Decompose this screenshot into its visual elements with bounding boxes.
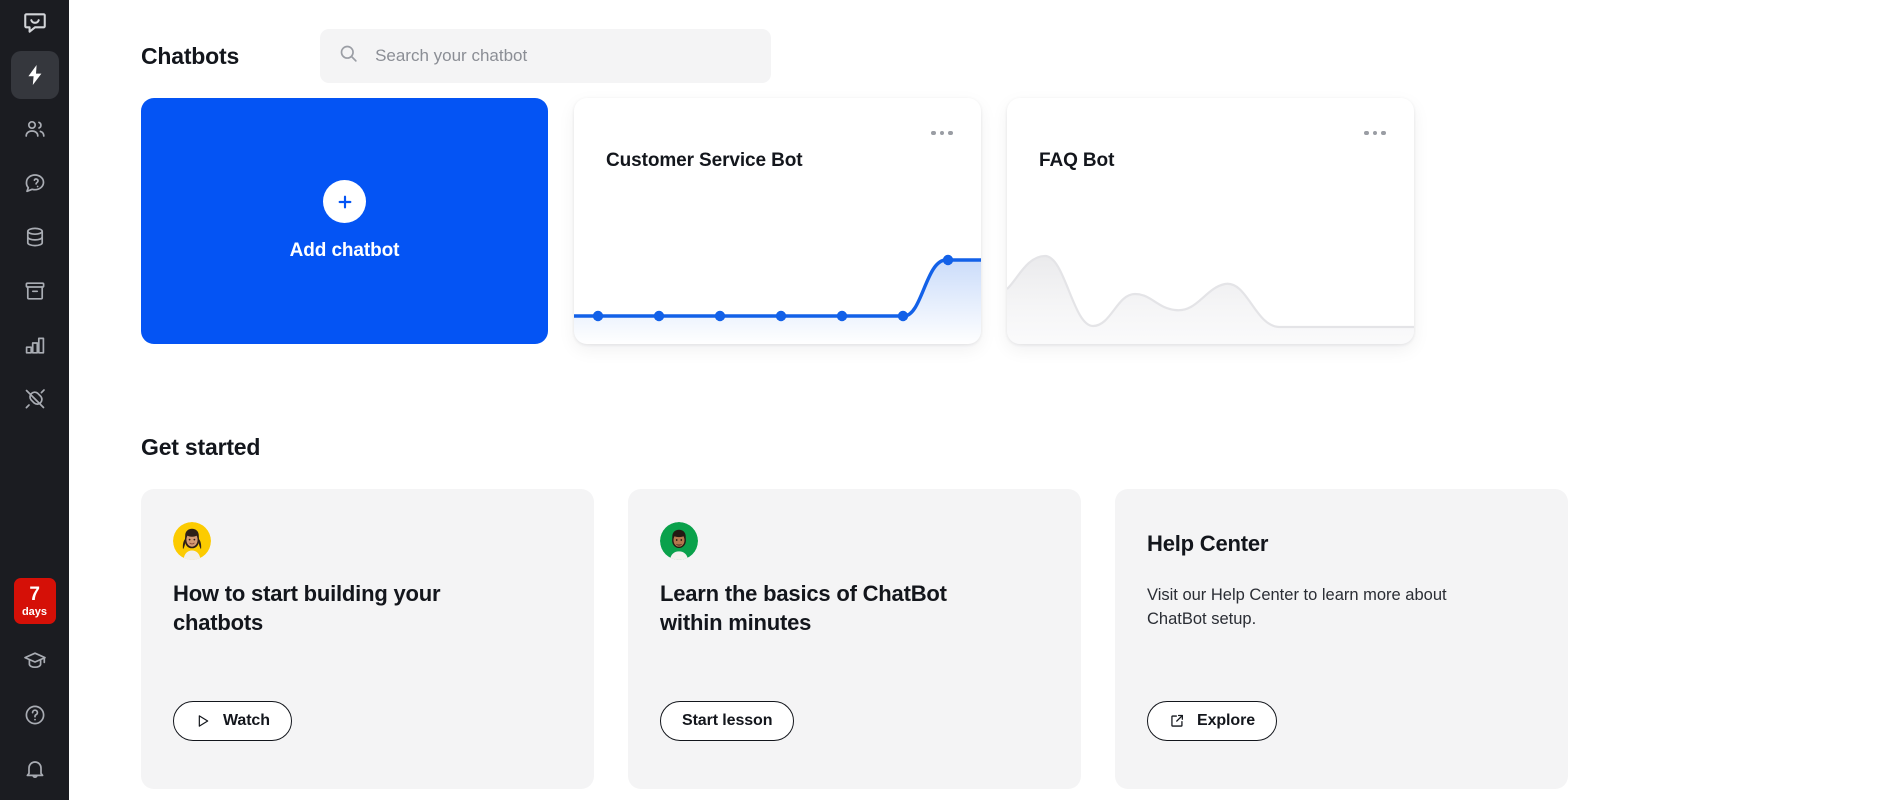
- page-header: Chatbots: [69, 0, 1901, 88]
- get-started-card-lesson: Learn the basics of ChatBot within minut…: [628, 489, 1081, 789]
- database-icon: [23, 225, 47, 249]
- chatbot-name: FAQ Bot: [1039, 150, 1115, 171]
- question-circle-icon: [23, 703, 47, 727]
- chatbot-card-faq-bot[interactable]: FAQ Bot: [1007, 98, 1414, 344]
- explore-button-label: Explore: [1197, 712, 1255, 729]
- sidebar: 7 days: [0, 0, 69, 800]
- app-logo[interactable]: [0, 2, 69, 48]
- page-title: Chatbots: [141, 42, 240, 69]
- chatbot-sparkline-chart: [574, 194, 981, 344]
- add-chatbot-card[interactable]: Add chatbot: [141, 98, 548, 344]
- play-icon: [195, 713, 211, 729]
- external-link-icon: [1169, 713, 1185, 729]
- chatbot-logo-icon: [22, 10, 48, 41]
- sidebar-item-knowledge-base[interactable]: [11, 213, 59, 261]
- add-chatbot-label: Add chatbot: [289, 240, 400, 261]
- lightning-bolt-icon: [23, 63, 47, 87]
- sidebar-item-archives[interactable]: [11, 159, 59, 207]
- watch-button-label: Watch: [223, 712, 270, 729]
- get-started-description: Visit our Help Center to learn more abou…: [1147, 585, 1447, 629]
- get-started-card-help-center: Help Center Visit our Help Center to lea…: [1115, 489, 1568, 789]
- sidebar-item-academy[interactable]: [11, 637, 59, 685]
- sidebar-item-reports[interactable]: [11, 321, 59, 369]
- explore-button[interactable]: Explore: [1147, 701, 1277, 741]
- get-started-card-watch: How to start building your chatbots Watc…: [141, 489, 594, 789]
- chat-question-icon: [23, 171, 47, 195]
- sidebar-item-chatbots[interactable]: [10, 51, 59, 99]
- sidebar-utility-list: [0, 634, 69, 796]
- main-content: Chatbots Add chatbot: [69, 0, 1901, 800]
- start-lesson-button-label: Start lesson: [682, 712, 773, 729]
- bar-chart-icon: [23, 333, 47, 357]
- chatbots-grid: Add chatbot Customer Service Bot FAQ Bot: [69, 98, 1901, 344]
- avatar: [660, 522, 698, 560]
- sidebar-item-archive[interactable]: [11, 267, 59, 315]
- sidebar-nav-list: [0, 48, 69, 426]
- trial-days-number: 7: [29, 583, 40, 605]
- get-started-grid: How to start building your chatbots Watc…: [69, 489, 1901, 789]
- avatar: [173, 522, 211, 560]
- users-icon: [23, 117, 47, 141]
- sidebar-item-help[interactable]: [11, 691, 59, 739]
- more-horizontal-icon[interactable]: [1358, 120, 1392, 146]
- graduation-cap-icon: [23, 649, 47, 673]
- sidebar-item-integrations[interactable]: [11, 375, 59, 423]
- get-started-heading: Learn the basics of ChatBot within minut…: [660, 581, 947, 635]
- chatbot-sparkline-chart: [1007, 194, 1414, 344]
- bell-icon: [23, 757, 47, 781]
- get-started-title: Get started: [141, 434, 261, 460]
- sidebar-bottom: 7 days: [0, 578, 69, 796]
- trial-badge[interactable]: 7 days: [13, 578, 56, 624]
- trial-days-unit: days: [21, 605, 48, 618]
- chatbot-card-customer-service-bot[interactable]: Customer Service Bot: [574, 98, 981, 344]
- sidebar-item-users[interactable]: [11, 105, 59, 153]
- watch-button[interactable]: Watch: [173, 701, 292, 741]
- plug-icon: [23, 387, 47, 411]
- search-bar[interactable]: [320, 29, 772, 83]
- archive-box-icon: [23, 279, 47, 303]
- search-icon: [338, 43, 359, 69]
- more-horizontal-icon[interactable]: [925, 120, 959, 146]
- get-started-heading: How to start building your chatbots: [173, 581, 441, 635]
- search-input[interactable]: [375, 46, 754, 66]
- sidebar-item-notifications[interactable]: [11, 745, 59, 793]
- start-lesson-button[interactable]: Start lesson: [660, 701, 795, 741]
- plus-icon: [323, 180, 366, 223]
- chatbot-name: Customer Service Bot: [606, 150, 803, 171]
- app-root: 7 days Chatbots Search your chatbot Add …: [0, 0, 1901, 800]
- get-started-heading: Help Center: [1147, 531, 1269, 556]
